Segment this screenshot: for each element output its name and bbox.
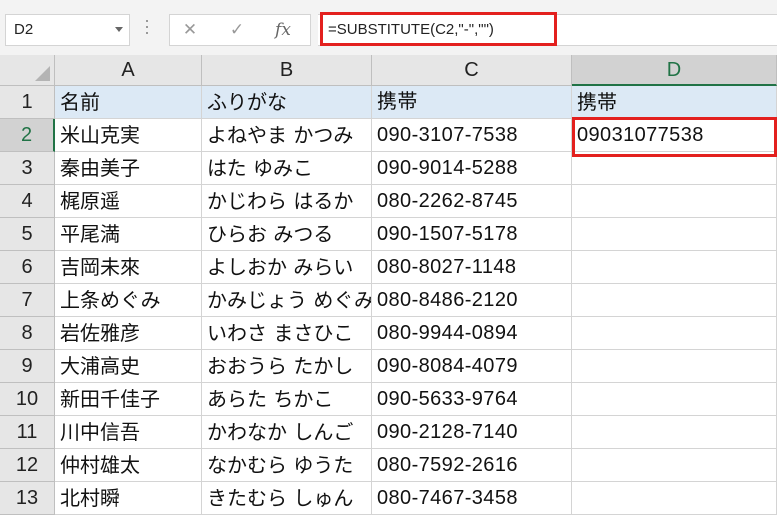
cell-d12[interactable] xyxy=(572,449,777,482)
row-header-5[interactable]: 5 xyxy=(0,218,55,251)
column-header-a[interactable]: A xyxy=(55,55,202,86)
row-header-12[interactable]: 12 xyxy=(0,449,55,482)
cell-d11[interactable] xyxy=(572,416,777,449)
grip-icon[interactable] xyxy=(146,20,149,40)
cell-d7[interactable] xyxy=(572,284,777,317)
row-header-11[interactable]: 11 xyxy=(0,416,55,449)
cell-b7[interactable]: かみじょう めぐみ xyxy=(202,284,372,317)
cell-c9[interactable]: 090-8084-4079 xyxy=(372,350,572,383)
cell-c3[interactable]: 090-9014-5288 xyxy=(372,152,572,185)
cancel-icon[interactable]: ✕ xyxy=(175,19,205,41)
cell-c7[interactable]: 080-8486-2120 xyxy=(372,284,572,317)
name-box-dropdown-icon[interactable] xyxy=(115,27,123,32)
name-box[interactable]: D2 xyxy=(5,14,130,46)
cell-d13[interactable] xyxy=(572,482,777,515)
formula-bar-area: D2 ✕ ✓ fx =SUBSTITUTE(C2,"-","") xyxy=(0,0,777,60)
column-header-d[interactable]: D xyxy=(572,55,777,86)
cell-c4[interactable]: 080-2262-8745 xyxy=(372,185,572,218)
cell-d10[interactable] xyxy=(572,383,777,416)
cell-b3[interactable]: はた ゆみこ xyxy=(202,152,372,185)
cell-c2[interactable]: 090-3107-7538 xyxy=(372,119,572,152)
cell-b10[interactable]: あらた ちかこ xyxy=(202,383,372,416)
formula-text: =SUBSTITUTE(C2,"-","") xyxy=(328,21,494,38)
cell-a5[interactable]: 平尾満 xyxy=(55,218,202,251)
formula-input[interactable]: =SUBSTITUTE(C2,"-","") xyxy=(318,14,777,46)
row-header-7[interactable]: 7 xyxy=(0,284,55,317)
name-box-value: D2 xyxy=(14,21,34,38)
cell-b1[interactable]: ふりがな xyxy=(202,86,372,119)
select-all-button[interactable] xyxy=(0,55,55,86)
cell-b13[interactable]: きたむら しゅん xyxy=(202,482,372,515)
cell-a7[interactable]: 上条めぐみ xyxy=(55,284,202,317)
cell-a6[interactable]: 吉岡未來 xyxy=(55,251,202,284)
cell-c13[interactable]: 080-7467-3458 xyxy=(372,482,572,515)
cell-a4[interactable]: 梶原遥 xyxy=(55,185,202,218)
row-header-6[interactable]: 6 xyxy=(0,251,55,284)
cell-a11[interactable]: 川中信吾 xyxy=(55,416,202,449)
cell-a3[interactable]: 秦由美子 xyxy=(55,152,202,185)
row-header-10[interactable]: 10 xyxy=(0,383,55,416)
row-header-8[interactable]: 8 xyxy=(0,317,55,350)
row-header-3[interactable]: 3 xyxy=(0,152,55,185)
cell-c5[interactable]: 090-1507-5178 xyxy=(372,218,572,251)
cell-b12[interactable]: なかむら ゆうた xyxy=(202,449,372,482)
cell-c6[interactable]: 080-8027-1148 xyxy=(372,251,572,284)
cell-a10[interactable]: 新田千佳子 xyxy=(55,383,202,416)
enter-check-icon[interactable]: ✓ xyxy=(222,19,252,41)
column-header-b[interactable]: B xyxy=(202,55,372,86)
cell-a2[interactable]: 米山克実 xyxy=(55,119,202,152)
cell-b6[interactable]: よしおか みらい xyxy=(202,251,372,284)
cell-a12[interactable]: 仲村雄太 xyxy=(55,449,202,482)
cell-d6[interactable] xyxy=(572,251,777,284)
cell-a8[interactable]: 岩佐雅彦 xyxy=(55,317,202,350)
cell-d2[interactable]: 09031077538 xyxy=(572,119,777,152)
cell-d5[interactable] xyxy=(572,218,777,251)
cell-d8[interactable] xyxy=(572,317,777,350)
cell-d9[interactable] xyxy=(572,350,777,383)
column-header-c[interactable]: C xyxy=(372,55,572,86)
cell-b11[interactable]: かわなか しんご xyxy=(202,416,372,449)
cell-d3[interactable] xyxy=(572,152,777,185)
cell-b8[interactable]: いわさ まさひこ xyxy=(202,317,372,350)
row-header-13[interactable]: 13 xyxy=(0,482,55,515)
row-header-2[interactable]: 2 xyxy=(0,119,55,152)
cell-b2[interactable]: よねやま かつみ xyxy=(202,119,372,152)
cell-b4[interactable]: かじわら はるか xyxy=(202,185,372,218)
insert-function-icon[interactable]: fx xyxy=(268,19,298,41)
cell-a1[interactable]: 名前 xyxy=(55,86,202,119)
cell-c11[interactable]: 090-2128-7140 xyxy=(372,416,572,449)
cell-b5[interactable]: ひらお みつる xyxy=(202,218,372,251)
cell-c8[interactable]: 080-9944-0894 xyxy=(372,317,572,350)
cell-c10[interactable]: 090-5633-9764 xyxy=(372,383,572,416)
cell-c1[interactable]: 携帯 xyxy=(372,86,572,119)
row-header-9[interactable]: 9 xyxy=(0,350,55,383)
cell-c12[interactable]: 080-7592-2616 xyxy=(372,449,572,482)
row-header-4[interactable]: 4 xyxy=(0,185,55,218)
cell-d1[interactable]: 携帯 xyxy=(572,86,777,119)
cell-a9[interactable]: 大浦高史 xyxy=(55,350,202,383)
row-header-1[interactable]: 1 xyxy=(0,86,55,119)
select-all-triangle-icon xyxy=(35,66,50,81)
cell-d4[interactable] xyxy=(572,185,777,218)
cell-a13[interactable]: 北村瞬 xyxy=(55,482,202,515)
formula-buttons: ✕ ✓ fx xyxy=(169,14,311,46)
cell-b9[interactable]: おおうら たかし xyxy=(202,350,372,383)
